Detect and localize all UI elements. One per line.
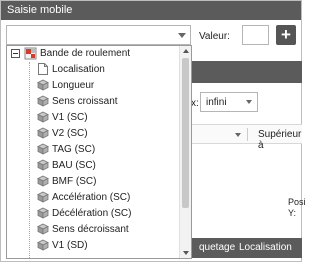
element-combobox[interactable] [6, 25, 191, 45]
mobile-entry-window: Saisie mobile Valeur: + x: infini Supéri… [0, 0, 306, 262]
column-header-superieur[interactable]: Supérieur à [258, 129, 302, 151]
infini-value: infini [206, 97, 227, 108]
vertical-scrollbar[interactable] [179, 46, 191, 258]
tree-item[interactable]: Sens décroissant [7, 222, 179, 238]
chevron-down-icon[interactable] [178, 33, 186, 38]
cube-icon [37, 110, 49, 127]
cube-icon [37, 238, 49, 255]
cube-icon [37, 158, 49, 175]
cube-icon [37, 126, 49, 143]
tab-piquetage[interactable]: quetage [199, 238, 235, 258]
tree-item-label: Sens croissant [52, 96, 118, 107]
y-coordinate-label: Y: [288, 208, 297, 218]
tree-item[interactable]: Sens croissant [7, 94, 179, 110]
bottom-tab-bar: quetage Localisation [191, 238, 302, 258]
cube-icon [37, 78, 49, 95]
tree-item-label: Sens décroissant [52, 224, 129, 235]
tree-item[interactable]: V1 (SD) [7, 238, 179, 254]
window-title: Saisie mobile [1, 1, 301, 20]
tree-item-label: Longueur [52, 80, 95, 91]
valeur-input[interactable] [242, 25, 269, 45]
cube-icon [37, 222, 49, 239]
tree-item-label: Accélération (SC) [52, 192, 131, 203]
column-separator [247, 128, 248, 141]
scroll-down-icon[interactable] [183, 251, 189, 255]
tree-item[interactable]: BMF (SC) [7, 174, 179, 190]
tree-root-label: Bande de roulement [40, 48, 131, 59]
tree-item[interactable]: Localisation [7, 62, 179, 78]
tree-item-label: BAU (SC) [52, 160, 96, 171]
scroll-thumb[interactable] [182, 58, 189, 208]
position-label: Posi [288, 197, 306, 207]
tree-item-label: Décélération (SC) [52, 208, 132, 219]
column-header-row: Supérieur à [191, 124, 302, 151]
cube-icon [37, 142, 49, 159]
tree-item[interactable]: Accélération (SC) [7, 190, 179, 206]
tree-root-node[interactable]: Bande de roulement [7, 46, 179, 62]
add-button[interactable]: + [276, 25, 296, 45]
scroll-up-icon[interactable] [183, 49, 189, 53]
tree-item-label: BMF (SC) [52, 176, 97, 187]
cube-icon [37, 94, 49, 111]
red-node-icon [24, 47, 37, 63]
valeur-label: Valeur: [199, 31, 230, 42]
collapse-icon[interactable] [11, 49, 20, 58]
tree-item-label: TAG (SC) [52, 144, 96, 155]
tree-item[interactable]: Décélération (SC) [7, 206, 179, 222]
cube-icon [37, 174, 49, 191]
tree-item-label: V1 (SD) [52, 240, 88, 251]
section-header-band [191, 61, 302, 83]
cube-icon [37, 206, 49, 223]
tree-item[interactable]: BAU (SC) [7, 158, 179, 174]
tab-localisation[interactable]: Localisation [239, 238, 292, 258]
chevron-down-icon[interactable] [246, 100, 252, 104]
tree-item[interactable]: TAG (SC) [7, 142, 179, 158]
tree-item-label: V2 (SC) [52, 128, 88, 139]
document-icon [37, 62, 49, 79]
tree-item-label: Localisation [52, 64, 105, 75]
tree-item[interactable]: V2 (SC) [7, 126, 179, 142]
cube-icon [37, 190, 49, 207]
tree-item[interactable]: Longueur [7, 78, 179, 94]
x-label: x: [191, 98, 199, 109]
tree-dropdown[interactable]: Bande de roulement Localisation Longueur… [6, 45, 192, 259]
tree-item[interactable]: V1 (SC) [7, 110, 179, 126]
infini-select[interactable]: infini [200, 92, 258, 112]
tree-item-label: V1 (SC) [52, 112, 88, 123]
chevron-down-icon[interactable] [235, 133, 241, 137]
